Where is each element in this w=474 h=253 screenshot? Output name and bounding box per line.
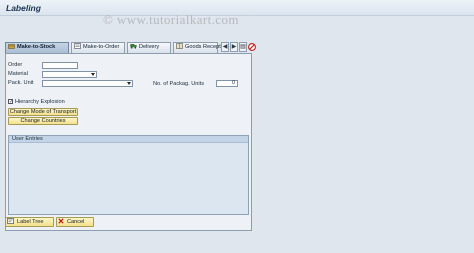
hierarchy-explosion-checkbox[interactable]: ✓ bbox=[8, 99, 14, 105]
truck-icon bbox=[130, 44, 137, 49]
pack-unit-select[interactable] bbox=[42, 80, 133, 87]
tab-content-panel: Order Material Pack. Unit No. of Packag.… bbox=[5, 53, 252, 231]
chevron-down-icon[interactable] bbox=[127, 82, 131, 85]
cancel-button[interactable]: Cancel bbox=[56, 217, 94, 227]
order-icon bbox=[74, 43, 81, 49]
user-entries-title: User Entries bbox=[9, 136, 248, 143]
tab-label: Goods Recept bbox=[185, 44, 221, 50]
cancel-button-label: Cancel bbox=[67, 219, 85, 225]
material-input[interactable] bbox=[42, 71, 97, 78]
order-input[interactable] bbox=[42, 62, 78, 69]
check-icon: ✓ bbox=[9, 99, 14, 105]
packag-units-label: No. of Packag. Units bbox=[153, 81, 204, 87]
tab-delivery[interactable]: Delivery bbox=[127, 42, 171, 53]
label-tree-icon bbox=[7, 218, 14, 224]
packag-units-value: 0 bbox=[232, 80, 235, 86]
page-title: Labeling bbox=[6, 3, 41, 13]
tab-strip: Make-to-Stock Make-to-Order Delivery Goo… bbox=[5, 42, 256, 53]
close-icon bbox=[58, 218, 64, 224]
goods-receipt-icon bbox=[176, 43, 183, 49]
tab-make-to-order[interactable]: Make-to-Order bbox=[71, 42, 125, 53]
chevron-down-icon[interactable] bbox=[91, 73, 95, 76]
no-entry-icon[interactable] bbox=[248, 43, 256, 51]
change-countries-button[interactable]: Change Countries bbox=[8, 117, 78, 125]
tab-goods-receipt[interactable]: Goods Recept bbox=[173, 42, 221, 53]
material-label: Material bbox=[8, 71, 28, 77]
tab-scroll-left-button[interactable]: ◀ bbox=[221, 42, 229, 52]
change-mode-of-transport-button[interactable]: Change Mode of Transport bbox=[8, 108, 78, 116]
pack-unit-label: Pack. Unit bbox=[8, 80, 34, 86]
tab-list-button[interactable]: ▤ bbox=[239, 42, 247, 52]
tab-label: Delivery bbox=[139, 44, 160, 50]
watermark-text: © www.tutorialkart.com bbox=[103, 12, 239, 27]
tab-label: Make-to-Stock bbox=[17, 44, 56, 50]
packag-units-input[interactable]: 0 bbox=[216, 80, 238, 87]
user-entries-group: User Entries bbox=[8, 135, 249, 215]
label-tree-button[interactable]: Label Tree bbox=[5, 217, 54, 227]
hierarchy-explosion-label: Hierarchy Explosion bbox=[15, 99, 65, 105]
tab-scroll-right-button[interactable]: ▶ bbox=[230, 42, 238, 52]
stock-icon bbox=[8, 44, 15, 49]
order-label: Order bbox=[8, 62, 23, 68]
tab-label: Make-to-Order bbox=[83, 44, 120, 50]
label-tree-button-label: Label Tree bbox=[17, 219, 44, 225]
tab-make-to-stock[interactable]: Make-to-Stock bbox=[5, 42, 69, 53]
